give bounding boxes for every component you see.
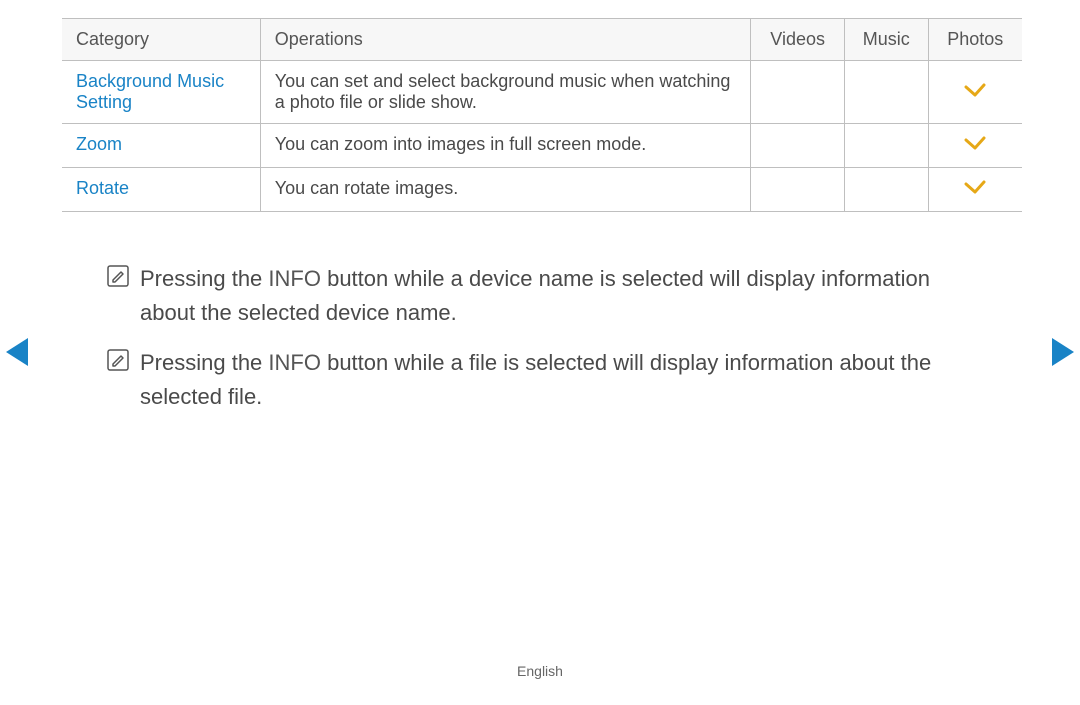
col-header-videos: Videos <box>751 19 845 61</box>
col-header-operations: Operations <box>260 19 750 61</box>
table-row: RotateYou can rotate images. <box>62 168 1022 212</box>
cell-category: Rotate <box>62 168 260 212</box>
note-item: Pressing the INFO button while a device … <box>106 262 986 330</box>
cell-operations: You can rotate images. <box>260 168 750 212</box>
table-row: Background Music SettingYou can set and … <box>62 61 1022 124</box>
check-icon <box>964 81 986 99</box>
feature-table: Category Operations Videos Music Photos … <box>62 18 1022 212</box>
notes-section: Pressing the INFO button while a device … <box>106 262 986 430</box>
cell-videos <box>751 61 845 124</box>
cell-music <box>845 61 928 124</box>
note-text: Pressing the INFO button while a device … <box>140 262 986 330</box>
cell-photos <box>928 168 1022 212</box>
cell-photos <box>928 61 1022 124</box>
footer-language: English <box>0 663 1080 679</box>
note-item: Pressing the INFO button while a file is… <box>106 346 986 414</box>
cell-category: Zoom <box>62 124 260 168</box>
nav-prev-icon[interactable] <box>6 338 28 366</box>
cell-category: Background Music Setting <box>62 61 260 124</box>
cell-music <box>845 124 928 168</box>
table-row: ZoomYou can zoom into images in full scr… <box>62 124 1022 168</box>
feature-table-head: Category Operations Videos Music Photos <box>62 19 1022 61</box>
cell-music <box>845 168 928 212</box>
note-text-pre: Pressing the <box>140 350 268 375</box>
note-icon <box>106 262 140 330</box>
nav-next-icon[interactable] <box>1052 338 1074 366</box>
check-icon <box>964 178 986 196</box>
note-text-pre: Pressing the <box>140 266 268 291</box>
col-header-photos: Photos <box>928 19 1022 61</box>
cell-operations: You can set and select background music … <box>260 61 750 124</box>
cell-videos <box>751 168 845 212</box>
check-icon <box>964 134 986 152</box>
note-text-bold: INFO <box>268 266 321 291</box>
note-icon <box>106 346 140 414</box>
cell-photos <box>928 124 1022 168</box>
note-text: Pressing the INFO button while a file is… <box>140 346 986 414</box>
col-header-music: Music <box>845 19 928 61</box>
note-text-bold: INFO <box>268 350 321 375</box>
cell-operations: You can zoom into images in full screen … <box>260 124 750 168</box>
feature-table-body: Background Music SettingYou can set and … <box>62 61 1022 212</box>
cell-videos <box>751 124 845 168</box>
document-page: Category Operations Videos Music Photos … <box>0 0 1080 705</box>
col-header-category: Category <box>62 19 260 61</box>
